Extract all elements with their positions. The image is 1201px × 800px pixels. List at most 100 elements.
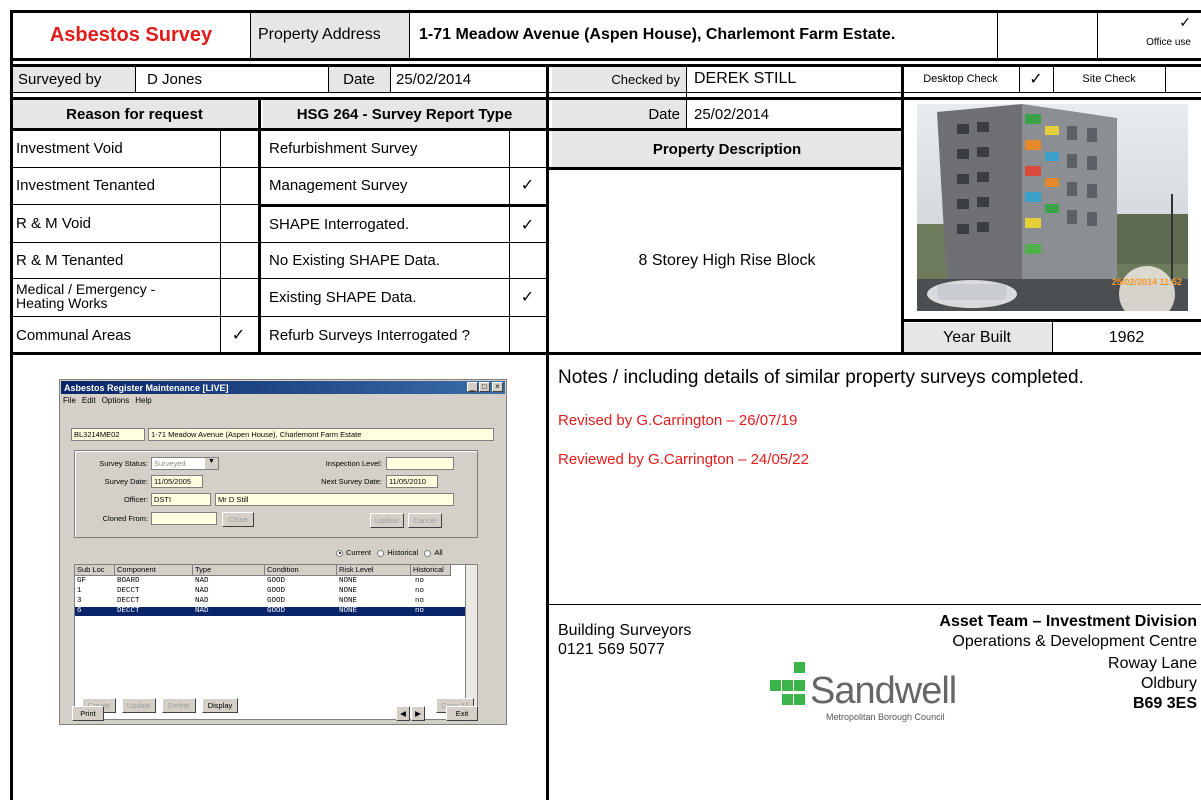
- cloned-from-field[interactable]: [151, 512, 217, 525]
- rule: [10, 58, 1201, 61]
- ref-field[interactable]: BL3214ME02: [71, 428, 145, 441]
- maximize-icon[interactable]: □: [479, 382, 490, 392]
- column-header[interactable]: Condition: [265, 565, 337, 576]
- grid-scrollbar[interactable]: [465, 565, 477, 719]
- radio-current-icon[interactable]: [336, 549, 343, 557]
- next-survey-date-field[interactable]: 11/05/2010: [386, 475, 438, 488]
- cell: no: [415, 587, 425, 595]
- footer-address-2: Roway Lane: [1108, 655, 1197, 672]
- table-row[interactable]: GF BOARD NAD GOOD NONE no: [75, 577, 465, 586]
- radio-historical-icon[interactable]: [377, 549, 385, 557]
- checked-date-label: Date: [552, 100, 686, 128]
- update-button[interactable]: Update: [370, 513, 404, 528]
- rule: [258, 204, 548, 207]
- report-type-heading: HSG 264 - Survey Report Type: [263, 100, 546, 128]
- print-button[interactable]: Print: [72, 706, 104, 721]
- cell: no: [415, 597, 425, 605]
- property-photo: 25/02/2014 11:52: [917, 104, 1188, 311]
- notes-heading: Notes / including details of similar pro…: [558, 367, 1084, 389]
- window-titlebar: Asbestos Register Maintenance [LIVE]: [61, 381, 505, 394]
- display-button[interactable]: Display: [202, 698, 238, 713]
- update-row-button[interactable]: Update: [122, 698, 156, 713]
- report-type-tick: [509, 130, 546, 166]
- property-description: 8 Storey High Rise Block: [638, 252, 816, 269]
- menu-edit[interactable]: Edit: [82, 396, 96, 405]
- reason-row: R & M Tenanted: [16, 251, 124, 269]
- rule: [390, 66, 391, 92]
- radio-current-label[interactable]: Current: [346, 548, 371, 557]
- rule: [1165, 66, 1166, 92]
- register-window: Asbestos Register Maintenance [LIVE] _ □…: [59, 379, 507, 725]
- cloned-from-label: Cloned From:: [102, 514, 148, 523]
- column-header[interactable]: Sub Loc: [75, 565, 115, 576]
- rule: [10, 204, 260, 205]
- table-row[interactable]: 1 DECCT NAD GOOD NONE no: [75, 587, 465, 596]
- reason-row: Medical / Emergency - Heating Works: [12, 278, 220, 316]
- rule: [901, 319, 1201, 322]
- footer-address-1: Operations & Development Centre: [952, 633, 1197, 650]
- rule: [10, 92, 548, 93]
- cell: NAD: [195, 577, 209, 585]
- component-grid[interactable]: Sub Loc Component Type Condition Risk Le…: [74, 564, 478, 720]
- menu-options[interactable]: Options: [102, 396, 130, 405]
- delete-button[interactable]: Delete: [162, 698, 196, 713]
- clone-button[interactable]: Clone: [222, 512, 254, 527]
- reason-tick: [220, 130, 257, 166]
- prev-icon[interactable]: ◀: [396, 706, 410, 721]
- menu-help[interactable]: Help: [135, 396, 151, 405]
- inspection-level-label: Inspection Level:: [325, 459, 382, 468]
- column-header[interactable]: Risk Level: [337, 565, 411, 576]
- cell: GOOD: [267, 587, 286, 595]
- next-icon[interactable]: ▶: [411, 706, 425, 721]
- radio-all-icon[interactable]: [424, 549, 432, 557]
- history-radios: Current Historical All: [336, 548, 443, 557]
- cell: GOOD: [267, 577, 286, 585]
- footer-address-3: Oldbury: [1140, 675, 1197, 692]
- table-row[interactable]: 3 DECCT NAD GOOD NONE no: [75, 597, 465, 606]
- officer-code-field[interactable]: DSTI: [151, 493, 211, 506]
- inspection-level-field[interactable]: [386, 457, 454, 470]
- address-field[interactable]: 1-71 Meadow Avenue (Aspen House), Charle…: [148, 428, 494, 441]
- rule: [328, 66, 329, 92]
- cell: NAD: [195, 607, 209, 615]
- rule: [509, 130, 510, 352]
- radio-all-label[interactable]: All: [434, 548, 442, 557]
- survey-date-field[interactable]: 11/05/2005: [151, 475, 203, 488]
- office-use-box: ✓ Office use: [1097, 12, 1201, 58]
- cell: NAD: [195, 587, 209, 595]
- rule: [1019, 66, 1020, 92]
- menu-file[interactable]: File: [63, 396, 76, 405]
- column-header[interactable]: Type: [193, 565, 265, 576]
- reason-tick: [220, 167, 257, 203]
- cell: NONE: [339, 597, 358, 605]
- reason-tick: ✓: [231, 327, 246, 344]
- officer-name-field[interactable]: Mr D Still: [215, 493, 454, 506]
- report-type-rows: Refurbishment Survey Management Survey ✓…: [263, 130, 546, 352]
- rule: [10, 242, 548, 243]
- rule: [549, 167, 903, 170]
- reason-row: Investment Tenanted: [16, 176, 155, 194]
- rule: [549, 92, 1201, 93]
- radio-historical-label[interactable]: Historical: [387, 548, 418, 557]
- minimize-icon[interactable]: _: [467, 382, 478, 392]
- report-type-tick: [509, 242, 546, 278]
- cell: NONE: [339, 607, 358, 615]
- cell: no: [415, 577, 425, 585]
- exit-button[interactable]: Exit: [446, 706, 478, 721]
- cell: NONE: [339, 577, 358, 585]
- column-header[interactable]: Component: [115, 565, 193, 576]
- survey-date-label: Survey Date:: [104, 477, 148, 486]
- property-description-heading: Property Description: [552, 131, 902, 167]
- report-type-tick: ✓: [520, 289, 535, 306]
- close-icon[interactable]: ×: [492, 382, 503, 392]
- year-built-value: 1962: [1108, 328, 1145, 346]
- table-row[interactable]: 6 DECCT NAD GOOD NONE no: [75, 607, 465, 616]
- rule: [135, 66, 136, 92]
- column-header[interactable]: Historical: [411, 565, 451, 576]
- chevron-down-icon[interactable]: ▼: [205, 458, 218, 469]
- surveyed-by-value: D Jones: [147, 70, 203, 88]
- property-address: 1-71 Meadow Avenue (Aspen House), Charle…: [419, 26, 896, 43]
- reason-row-line: Medical / Emergency -: [16, 281, 156, 297]
- window-menubar: File Edit Options Help: [63, 396, 158, 405]
- cancel-button[interactable]: Cancel: [408, 513, 442, 528]
